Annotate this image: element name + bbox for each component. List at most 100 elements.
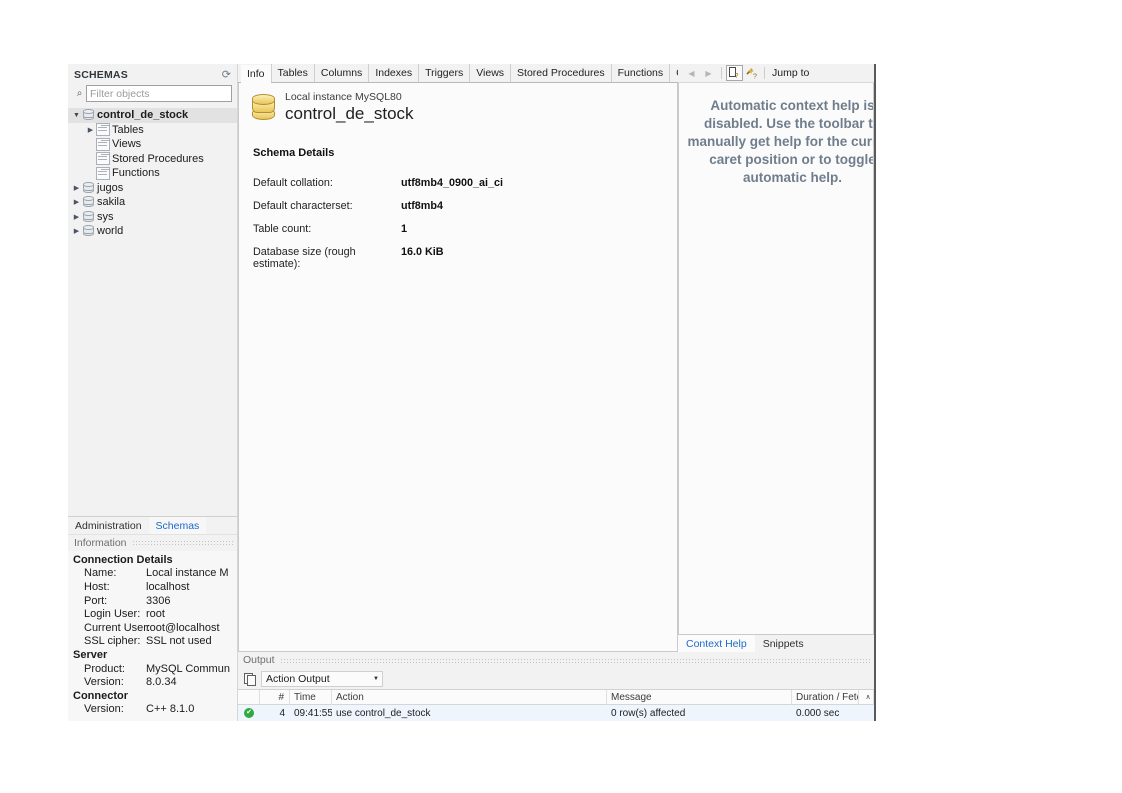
output-view-select[interactable]: Action Output ▼ <box>261 670 383 687</box>
jump-to-button[interactable]: Jump to <box>769 67 809 79</box>
column-header[interactable]: Message <box>607 689 792 705</box>
sidebar-tab-administration[interactable]: Administration <box>68 517 149 534</box>
connection-detail-key: Name: <box>84 567 117 580</box>
tree-item-sys[interactable]: ▶ sys <box>68 210 237 225</box>
schema-detail-value: utf8mb4_0900_ai_ci <box>401 177 504 189</box>
connection-detail-row: Current User: root@localhost <box>68 622 237 636</box>
output-divider <box>279 657 870 663</box>
column-header[interactable] <box>238 689 260 705</box>
connection-detail-key: Login User: <box>84 608 141 621</box>
tree-item-sakila[interactable]: ▶ sakila <box>68 195 237 210</box>
output-section-header: Output <box>238 652 874 668</box>
connection-detail-value: Local instance M <box>146 567 229 580</box>
tree-item-views[interactable]: Views <box>68 137 237 152</box>
tab-functions[interactable]: Functions <box>610 64 670 82</box>
connection-detail-value: 8.0.34 <box>146 676 177 689</box>
editor-tab-bar: Info Tables Columns Indexes Triggers Views Sto… <box>238 64 747 83</box>
grid-icon <box>96 137 110 151</box>
schema-detail-value: 1 <box>401 223 408 235</box>
connection-detail-row: Login User: root <box>68 608 237 622</box>
column-header[interactable]: Duration / Fetch <box>792 689 859 705</box>
tab-stored-procedures[interactable]: Stored Procedures <box>510 64 611 82</box>
row-time: 09:41:55 <box>294 707 332 719</box>
schema-detail-row: Default characterset: utf8mb4 <box>253 200 677 212</box>
information-label: Information <box>74 536 127 549</box>
grid-icon <box>96 123 110 137</box>
row-duration: 0.000 sec <box>796 707 840 719</box>
chevron-right-icon[interactable]: ▶ <box>70 213 83 221</box>
schema-detail-key: Default characterset: <box>253 200 353 212</box>
schema-detail-row: Default collation: utf8mb4_0900_ai_ci <box>253 177 677 189</box>
chevron-right-icon[interactable]: ▶ <box>70 227 83 235</box>
chevron-right-icon[interactable]: ▶ <box>70 184 83 192</box>
tree-item-tables[interactable]: ▶ Tables <box>68 123 237 138</box>
tab-views[interactable]: Views <box>469 64 510 82</box>
help-tab-snippets[interactable]: Snippets <box>755 635 812 652</box>
mysql-workbench-window: SCHEMAS ⟳ ⌕ ▼control_de_stock▶Tables Vie… <box>68 64 876 721</box>
connection-detail-value: SSL not used <box>146 635 212 648</box>
filter-objects-input[interactable] <box>86 85 232 102</box>
connection-detail-key: Current User: <box>84 621 151 634</box>
tab-tables[interactable]: Tables <box>270 64 314 82</box>
connection-detail-row: Version: C++ 8.1.0 <box>68 703 237 717</box>
database-icon <box>83 225 94 237</box>
context-help-message: Automatic context help is disabled. Use … <box>687 98 874 185</box>
schema-detail-row: Table count: 1 <box>253 223 677 235</box>
forward-arrow-icon[interactable]: ▶ <box>700 69 717 78</box>
column-header[interactable]: Time <box>290 689 332 705</box>
connection-detail-value: localhost <box>146 581 190 594</box>
svg-text:?: ? <box>735 73 739 79</box>
schemas-panel-header: SCHEMAS ⟳ <box>68 64 237 85</box>
copy-icon[interactable] <box>244 672 256 686</box>
context-help-toolbar: ◀ ▶ ? ? Jump to <box>678 64 874 83</box>
connection-detail-key: Product: <box>84 662 125 675</box>
help-document-icon[interactable]: ? <box>726 65 743 81</box>
output-label: Output <box>243 654 275 666</box>
schema-info-body: Local instance MySQL80 control_de_stock … <box>238 83 678 652</box>
chevron-down-icon[interactable]: ▼ <box>70 112 83 119</box>
column-header[interactable]: Action <box>332 689 607 705</box>
back-arrow-icon[interactable]: ◀ <box>683 69 700 78</box>
chevron-down-icon: ▼ <box>373 675 379 682</box>
schemas-title: SCHEMAS <box>74 69 128 81</box>
schema-tree[interactable]: ▼ control_de_stock ▶ Tables Views Stored Pr… <box>68 106 237 516</box>
output-area: Output Action Output ▼ # Time Action Messag… <box>238 652 874 721</box>
chevron-right-icon[interactable]: ▶ <box>70 198 83 206</box>
schema-details-title: Schema Details <box>253 147 335 159</box>
filter-row: ⌕ <box>68 85 237 106</box>
schema-detail-value: 16.0 KiB <box>401 246 444 258</box>
schema-detail-key: Database size (rough estimate): <box>253 246 356 270</box>
tree-item-stored-procedures[interactable]: Stored Procedures <box>68 152 237 167</box>
tab-indexes[interactable]: Indexes <box>368 64 418 82</box>
connection-detail-row: Product: MySQL Commun <box>68 663 237 677</box>
svg-text:?: ? <box>753 74 757 80</box>
column-header[interactable]: # <box>260 689 290 705</box>
grid-icon <box>96 166 110 180</box>
connection-detail-value: 3306 <box>146 594 171 607</box>
table-row[interactable]: ✔ 4 09:41:55 use control_de_stock 0 row(s) a… <box>238 705 874 721</box>
tree-item-label: control_de_stock <box>97 109 189 122</box>
tree-item-functions[interactable]: Functions <box>68 166 237 181</box>
column-header[interactable]: ∧ <box>859 689 874 705</box>
sidebar-tab-schemas[interactable]: Schemas <box>148 516 207 534</box>
connection-detail-row: SSL cipher: SSL not used <box>68 635 237 649</box>
row-number: 4 <box>279 707 285 719</box>
tab-info[interactable]: Info <box>241 65 271 83</box>
help-tab-context-help[interactable]: Context Help <box>678 635 755 652</box>
tree-item-control-de-stock[interactable]: ▼ control_de_stock <box>68 108 237 123</box>
schema-detail-key: Table count: <box>253 223 312 235</box>
connection-detail-row: Name: Local instance M <box>68 567 237 581</box>
tree-item-world[interactable]: ▶ world <box>68 224 237 239</box>
tree-item-jugos[interactable]: ▶ jugos <box>68 181 237 196</box>
action-output-table: #TimeActionMessageDuration / Fetch∧ ✔ 4 09… <box>238 689 874 721</box>
status-badge: ✔ <box>238 707 260 719</box>
help-wand-icon[interactable]: ? <box>743 65 760 81</box>
database-icon <box>83 196 94 208</box>
refresh-icon[interactable]: ⟳ <box>222 69 231 81</box>
connection-detail-key: Version: <box>84 676 124 689</box>
schema-detail-row: Database size (rough estimate): 16.0 KiB <box>253 246 677 270</box>
information-section-header: Information <box>68 533 237 551</box>
tab-triggers[interactable]: Triggers <box>418 64 469 82</box>
connection-details-panel: Connection Details Name: Local instance MH… <box>68 550 237 721</box>
tab-columns[interactable]: Columns <box>313 64 368 82</box>
